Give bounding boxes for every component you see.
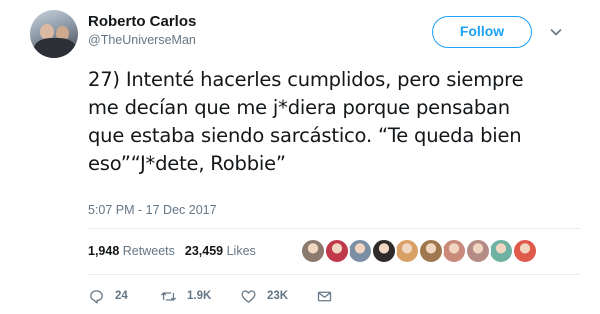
author-handle[interactable]: @TheUniverseMan [88,33,196,47]
retweet-icon [161,291,176,301]
liker-avatar[interactable] [347,238,373,264]
tweet-timestamp[interactable]: 5:07 PM - 17 Dec 2017 [88,203,217,217]
like-count: 23K [267,290,289,302]
author-avatar[interactable] [30,10,78,58]
tweet-stats: 1,948 Retweets 23,459 Likes [88,244,256,258]
likes-label: Likes [226,244,256,258]
like-button[interactable]: 23K [240,286,288,306]
divider [88,228,580,229]
retweets-label: Retweets [122,244,175,258]
reply-icon [90,289,103,304]
retweet-count: 1.9K [187,290,212,302]
chevron-down-icon[interactable] [548,24,564,40]
reply-button[interactable]: 24 [88,286,128,306]
retweets-stat[interactable]: 1,948 Retweets [88,244,175,258]
liker-avatar[interactable] [394,238,420,264]
follow-button[interactable]: Follow [432,16,532,48]
tweet-actions: 24 1.9K 23K [88,286,388,306]
liker-avatar[interactable] [370,238,397,264]
liker-avatar[interactable] [417,238,444,264]
retweets-count: 1,948 [88,244,120,258]
tweet-text-line: que estaba siendo sarcástico. “Te queda … [88,124,522,147]
author-name[interactable]: Roberto Carlos [88,13,196,30]
tweet-text-line: me decían que me j*diera porque pensaban [88,96,510,119]
tweet-text: 27) Intenté hacerles cumplidos, pero sie… [88,66,588,178]
avatar-figure [34,38,76,58]
liker-avatar[interactable] [441,238,467,264]
message-button[interactable] [316,286,333,306]
liker-avatars [300,238,540,264]
liker-avatar[interactable] [464,238,491,264]
likes-count: 23,459 [184,244,224,258]
divider [88,274,580,275]
heart-icon [241,289,256,303]
tweet-text-line: 27) Intenté hacerles cumplidos, pero sie… [88,68,524,91]
reply-count: 24 [115,290,128,302]
liker-avatar[interactable] [300,238,326,264]
tweet-card: Roberto Carlos @TheUniverseMan Follow 27… [0,0,600,314]
tweet-text-line: eso”“J*dete, Robbie” [88,152,286,175]
liker-avatar[interactable] [511,238,538,264]
liker-avatar[interactable] [488,238,514,264]
envelope-icon [317,291,332,301]
liker-avatar[interactable] [323,238,350,264]
retweet-button[interactable]: 1.9K [160,286,211,306]
likes-stat[interactable]: 23,459 Likes [185,244,256,258]
